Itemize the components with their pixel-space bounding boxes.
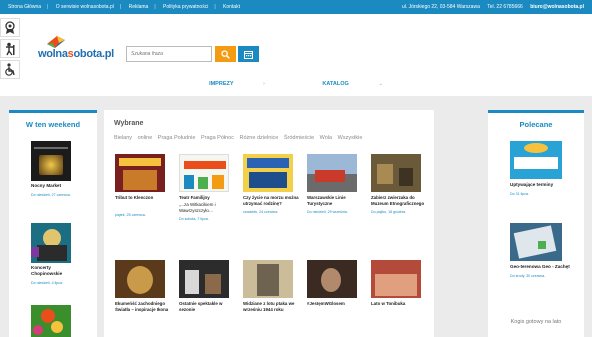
event-thumbnail [31, 305, 71, 337]
weekend-item[interactable] [31, 305, 81, 337]
event-thumbnail [371, 260, 421, 298]
district-filters: Bielany online Praga Południe Praga Półn… [114, 135, 366, 141]
event-thumbnail [243, 154, 293, 192]
person-icon [6, 42, 15, 55]
event-title: Ostatnie spektakle w sezonie [179, 301, 223, 312]
event-thumbnail [31, 223, 71, 263]
event-card[interactable]: #JestęmWGlosem [307, 260, 365, 307]
event-title: Warszawskie Linie Turystyczne [307, 195, 346, 206]
top-link-about[interactable]: O serwisie wolnasobota.pl [56, 4, 114, 10]
event-title: Zabierz zwierzaka do Muzeum Etnograficzn… [371, 195, 425, 206]
event-card[interactable]: Lato w Tonibuka [371, 260, 429, 307]
search-icon [221, 49, 230, 59]
event-date: czwartek, 24 czerwca. [243, 210, 279, 214]
event-title: Koncerty Chopinowskie [31, 265, 63, 276]
event-thumbnail [179, 260, 229, 298]
event-card[interactable]: Czy życie na morzu można utrzymać rodzin… [243, 154, 301, 214]
accessibility-button[interactable] [0, 39, 20, 58]
event-title: Czy życie na morzu można utrzymać rodzin… [243, 195, 299, 206]
top-link-home[interactable]: Strona Główna [8, 4, 41, 10]
email-link[interactable]: biuro@wolnasobota.pl [530, 4, 584, 10]
calendar-icon [244, 50, 253, 59]
event-card[interactable]: Tribut to Klenczon piątek, 25 czerwca. [115, 154, 173, 217]
wheelchair-icon [4, 63, 15, 76]
recommended-date: Do środy, 30 czerwca. [510, 274, 546, 278]
address-text: ul. Jórskiego 22, 03-584 Warszawa [401, 4, 480, 10]
top-link-privacy[interactable]: Polityka prywatności [163, 4, 208, 10]
event-title: Nocny Market [31, 183, 62, 188]
event-date: Do niedzieli, 29 września. [307, 210, 348, 214]
filter-wola[interactable]: Wola [320, 135, 332, 141]
recommended-item[interactable]: Uptywające terminy Do 31 lipca. [510, 141, 570, 196]
search-input[interactable] [126, 46, 212, 62]
event-date: Do niedzieli, 4 lipca. [31, 281, 63, 285]
summer-box-text: Kogis gotowy na lato [510, 319, 562, 325]
filter-online[interactable]: online [138, 135, 153, 141]
filter-bielany[interactable]: Bielany [114, 135, 132, 141]
recommended-title-text: Uptywające terminy [510, 182, 554, 187]
filter-praga-poludnie[interactable]: Praga Południe [158, 135, 196, 141]
event-date: piątek, 25 czerwca. [115, 213, 146, 217]
phone-text: Tel. 22 6785666 [487, 4, 523, 10]
event-thumbnail [510, 223, 562, 261]
event-title: Widziane z lotu ptaka we wrześniu 1944 r… [243, 301, 295, 312]
calendar-button[interactable] [238, 46, 259, 62]
event-title: Ekumeńść zachodniego Światła – inspiracj… [115, 301, 169, 312]
event-card[interactable]: Ostatnie spektakle w sezonie [179, 260, 237, 313]
event-thumbnail [510, 141, 562, 179]
event-date: Do piątku, 18 grudnia. [371, 210, 407, 214]
filter-praga-polnoc[interactable]: Praga Północ [201, 135, 234, 141]
event-thumbnail [179, 154, 229, 192]
event-thumbnail [307, 154, 357, 192]
event-card[interactable]: Zabierz zwierzaka do Muzeum Etnograficzn… [371, 154, 429, 214]
event-thumbnail [371, 154, 421, 192]
featured-section: Wybrane Bielany online Praga Południe Pr… [104, 110, 434, 337]
recommended-item[interactable]: Geo-terenowa Geo - Zachęt Do środy, 30 c… [510, 223, 570, 278]
accessibility-tools [0, 18, 22, 81]
event-thumbnail [31, 141, 71, 181]
event-card[interactable]: Teatr Familijny „...za Witkacikiem i Waw… [179, 154, 237, 221]
badge-icon [5, 20, 15, 34]
contrast-button[interactable] [0, 18, 20, 37]
event-thumbnail [115, 260, 165, 298]
logo-text: wolnasobota.pl [38, 48, 114, 60]
weekend-sidebar: W ten weekend Nocny Market Do niedzieli,… [9, 110, 97, 337]
event-card[interactable]: Widziane z lotu ptaka we wrześniu 1944 r… [243, 260, 301, 313]
top-links: Strona Główna | O serwisie wolnasobota.pl… [8, 4, 240, 10]
event-title: Tribut to Klenczon [115, 195, 154, 200]
event-date: Do niedzieli, 27 czerwca. [31, 193, 71, 197]
event-title: Lato w Tonibuka [371, 301, 406, 306]
event-card[interactable]: Ekumeńść zachodniego Światła – inspiracj… [115, 260, 173, 313]
event-date: Do sobota, 7 lipca. [179, 217, 209, 221]
filter-rozne[interactable]: Różne dzielnice [240, 135, 279, 141]
nav-events[interactable]: IMPREZY › [195, 76, 279, 92]
contact-info: ul. Jórskiego 22, 03-584 Warszawa Tel. 2… [402, 4, 584, 10]
weekend-title: W ten weekend [25, 120, 81, 129]
filter-srodmiescie[interactable]: Śródmieście [284, 135, 314, 141]
event-card[interactable]: Warszawskie Linie Turystyczne Do niedzie… [307, 154, 365, 214]
recommended-title-text: Geo-terenowa Geo - Zachęt [510, 264, 570, 269]
main-nav: IMPREZY › KATALOG ⌄ [0, 76, 592, 92]
recommended-sidebar: Polecane Uptywające terminy Do 31 lipca.… [488, 110, 584, 337]
recommended-title: Polecane [519, 120, 553, 129]
top-link-contact[interactable]: Kontakt [223, 4, 240, 10]
weekend-item[interactable]: Nocny Market Do niedzieli, 27 czerwca. [31, 141, 81, 197]
top-bar: Strona Główna | O serwisie wolnasobota.pl… [0, 0, 592, 14]
event-title: #JestęmWGlosem [307, 301, 345, 306]
summer-box[interactable]: Kogis gotowy na lato [488, 308, 584, 337]
section-title: Wybrane [114, 120, 144, 127]
event-thumbnail [243, 260, 293, 298]
event-thumbnail [307, 260, 357, 298]
filter-wszystkie[interactable]: Wszystkie [338, 135, 363, 141]
search-button[interactable] [215, 46, 236, 62]
event-title: Teatr Familijny [179, 195, 210, 200]
weekend-item[interactable]: Koncerty Chopinowskie Do niedzieli, 4 li… [31, 223, 81, 285]
top-link-ads[interactable]: Reklama [129, 4, 149, 10]
event-subtitle: „...za Witkacikiem i Wawrzyszczyło… [179, 202, 216, 213]
site-logo[interactable]: wolnasobota.pl [38, 36, 114, 64]
recommended-date: Do 31 lipca. [510, 192, 529, 196]
nav-catalog[interactable]: KATALOG ⌄ [308, 76, 397, 92]
event-thumbnail [115, 154, 165, 192]
